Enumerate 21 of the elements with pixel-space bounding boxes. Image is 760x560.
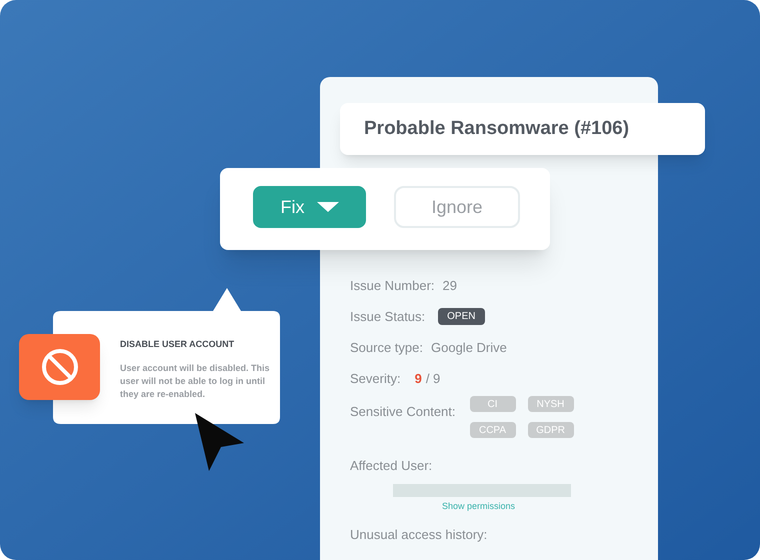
field-value: 29	[442, 276, 458, 295]
field-value: Google Drive	[431, 338, 507, 357]
caret-icon	[316, 202, 338, 212]
block-icon	[19, 334, 100, 400]
cursor-icon	[195, 413, 244, 471]
fix-dropdown-button[interactable]: Fix	[253, 186, 366, 228]
field-label: Issue Status:	[350, 308, 426, 326]
status-badge: OPEN	[438, 308, 484, 325]
field-label: Unusual access history:	[350, 526, 488, 544]
popup-title: DISABLE USER ACCOUNT	[120, 338, 236, 351]
show-permissions-link[interactable]: Show permissions	[442, 500, 516, 514]
field-label: Severity:	[350, 370, 401, 388]
issue-title: Probable Ransomware (#106)	[364, 116, 630, 141]
ignore-button[interactable]: Ignore	[394, 186, 520, 228]
severity-max: / 9	[426, 370, 440, 388]
field-label: Sensitive Content:	[350, 403, 456, 421]
severity-score: 9	[414, 370, 422, 388]
popup-description: User account will be disabled. This user will not be able to log in until they are re-enabled.	[120, 362, 271, 400]
field-label: Source type:	[350, 338, 423, 357]
field-label: Affected User:	[350, 456, 432, 475]
field-label: Issue Number:	[350, 276, 435, 295]
